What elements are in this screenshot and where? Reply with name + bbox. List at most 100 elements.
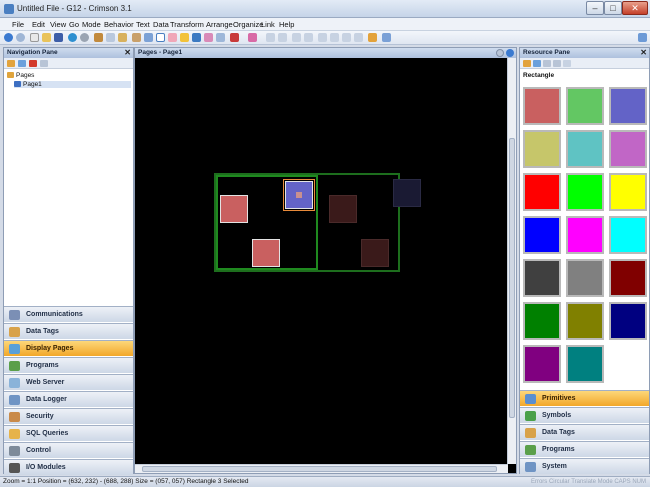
forward-nav-icon[interactable] xyxy=(553,60,561,67)
refresh-icon[interactable] xyxy=(563,60,571,67)
vertical-scrollbar[interactable] xyxy=(507,58,516,464)
up-icon[interactable] xyxy=(533,60,541,67)
color-swatch[interactable] xyxy=(566,216,604,254)
color-swatch[interactable] xyxy=(523,87,561,125)
help-icon[interactable] xyxy=(638,33,647,42)
star-icon[interactable] xyxy=(180,33,189,42)
download-icon[interactable] xyxy=(68,33,77,42)
nav-category-control[interactable]: Control xyxy=(4,442,133,458)
close-button[interactable]: ✕ xyxy=(622,1,648,15)
rectangle-dim-1[interactable] xyxy=(329,195,357,223)
color-swatch[interactable] xyxy=(523,173,561,211)
shape-icon[interactable] xyxy=(168,33,177,42)
menu-go[interactable]: Go xyxy=(69,20,79,29)
color-swatch[interactable] xyxy=(609,259,647,297)
selection-handle[interactable] xyxy=(296,192,302,198)
menu-view[interactable]: View xyxy=(50,20,66,29)
front-icon[interactable] xyxy=(342,33,351,42)
back-layer-icon[interactable] xyxy=(354,33,363,42)
menu-organize[interactable]: Organize xyxy=(233,20,263,29)
nav-category-data-tags[interactable]: Data Tags xyxy=(4,323,133,339)
forward-icon[interactable] xyxy=(16,33,25,42)
save-icon[interactable] xyxy=(54,33,63,42)
undo-icon[interactable] xyxy=(132,33,141,42)
minimize-button[interactable]: – xyxy=(586,1,604,15)
drawing-canvas[interactable] xyxy=(135,58,508,464)
rectangle-dim-2[interactable] xyxy=(393,179,421,207)
menu-mode[interactable]: Mode xyxy=(82,20,101,29)
align-left-icon[interactable] xyxy=(266,33,275,42)
align-right-icon[interactable] xyxy=(278,33,287,42)
horizontal-scrollbar[interactable] xyxy=(135,464,508,473)
color-swatch[interactable] xyxy=(566,302,604,340)
maximize-button[interactable]: □ xyxy=(604,1,622,15)
color-swatch[interactable] xyxy=(609,130,647,168)
close-icon[interactable]: ✕ xyxy=(640,48,647,58)
menu-text[interactable]: Text xyxy=(136,20,150,29)
back-icon[interactable] xyxy=(4,33,13,42)
color-swatch[interactable] xyxy=(523,345,561,383)
resource-category-primitives[interactable]: Primitives xyxy=(520,390,649,406)
menu-arrange[interactable]: Arrange xyxy=(206,20,233,29)
tree-node-page1[interactable]: Page1 xyxy=(14,81,131,88)
upload-icon[interactable] xyxy=(80,33,89,42)
resource-category-programs[interactable]: Programs xyxy=(520,441,649,457)
menu-link[interactable]: Link xyxy=(261,20,275,29)
menu-edit[interactable]: Edit xyxy=(32,20,45,29)
rectangle-red-1[interactable] xyxy=(220,195,248,223)
line-icon[interactable] xyxy=(204,33,213,42)
color-swatch[interactable] xyxy=(523,302,561,340)
cut-icon[interactable] xyxy=(94,33,103,42)
menu-data[interactable]: Data xyxy=(153,20,169,29)
nav-category-display-pages[interactable]: Display Pages xyxy=(4,340,133,356)
nav-category-programs[interactable]: Programs xyxy=(4,357,133,373)
align-top-icon[interactable] xyxy=(292,33,301,42)
back-nav-icon[interactable] xyxy=(543,60,551,67)
align-bottom-icon[interactable] xyxy=(304,33,313,42)
resource-category-system[interactable]: System xyxy=(520,458,649,474)
color-icon[interactable] xyxy=(248,33,257,42)
menu-file[interactable]: File xyxy=(12,20,24,29)
nav-category-sql-queries[interactable]: SQL Queries xyxy=(4,425,133,441)
ungroup-icon[interactable] xyxy=(330,33,339,42)
tools-icon[interactable] xyxy=(382,33,391,42)
color-swatch[interactable] xyxy=(566,345,604,383)
link-icon[interactable] xyxy=(368,33,377,42)
open-icon[interactable] xyxy=(42,33,51,42)
rectangle-dim-3[interactable] xyxy=(361,239,389,267)
delete-icon[interactable] xyxy=(29,60,37,67)
resource-category-symbols[interactable]: Symbols xyxy=(520,407,649,423)
color-swatch[interactable] xyxy=(566,87,604,125)
menu-behavior[interactable]: Behavior xyxy=(104,20,134,29)
fill-icon[interactable] xyxy=(216,33,225,42)
vertical-scroll-thumb[interactable] xyxy=(509,138,515,418)
color-swatch[interactable] xyxy=(609,302,647,340)
color-swatch[interactable] xyxy=(566,173,604,211)
group-icon[interactable] xyxy=(318,33,327,42)
color-swatch[interactable] xyxy=(523,259,561,297)
previous-page-icon[interactable] xyxy=(496,49,504,57)
color-swatch[interactable] xyxy=(523,130,561,168)
select-icon[interactable] xyxy=(156,33,165,42)
next-page-icon[interactable] xyxy=(506,49,514,57)
menu-transform[interactable]: Transform xyxy=(170,20,204,29)
tree-node-pages[interactable]: Pages xyxy=(7,72,131,79)
nav-category-io-modules[interactable]: I/O Modules xyxy=(4,459,133,475)
nav-category-security[interactable]: Security xyxy=(4,408,133,424)
new-icon[interactable] xyxy=(30,33,39,42)
copy-icon[interactable] xyxy=(106,33,115,42)
redo-icon[interactable] xyxy=(144,33,153,42)
paste-icon[interactable] xyxy=(118,33,127,42)
new-page-icon[interactable] xyxy=(7,60,15,67)
nav-category-web-server[interactable]: Web Server xyxy=(4,374,133,390)
color-swatch[interactable] xyxy=(609,173,647,211)
category-icon[interactable] xyxy=(523,60,531,67)
color-swatch[interactable] xyxy=(566,259,604,297)
color-swatch[interactable] xyxy=(523,216,561,254)
nav-category-data-logger[interactable]: Data Logger xyxy=(4,391,133,407)
color-swatch[interactable] xyxy=(609,87,647,125)
menu-help[interactable]: Help xyxy=(279,20,294,29)
resource-category-data-tags[interactable]: Data Tags xyxy=(520,424,649,440)
close-icon[interactable]: ✕ xyxy=(124,48,131,58)
color-swatch[interactable] xyxy=(566,130,604,168)
